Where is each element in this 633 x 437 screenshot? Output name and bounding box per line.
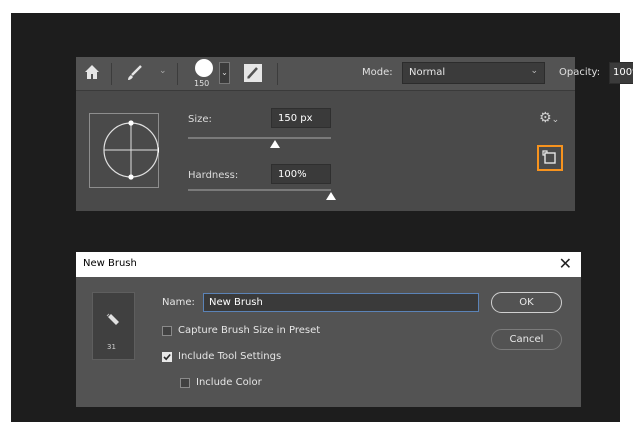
dialog-title-bar: New Brush ✕ <box>76 252 581 277</box>
size-slider-thumb[interactable] <box>270 140 280 148</box>
cancel-button[interactable]: Cancel <box>491 329 562 350</box>
close-icon[interactable]: ✕ <box>559 254 572 274</box>
brush-tool-icon[interactable] <box>126 64 146 86</box>
include-tool-settings-label: Include Tool Settings <box>178 351 282 362</box>
hardness-input[interactable]: 100% <box>271 164 331 184</box>
include-color-checkbox[interactable] <box>180 378 190 388</box>
include-color-label: Include Color <box>196 377 262 388</box>
chevron-down-icon: ⌄ <box>530 66 538 76</box>
size-label: Size: <box>188 114 212 125</box>
new-preset-button[interactable] <box>537 145 563 171</box>
brush-angle-preview[interactable] <box>89 113 159 188</box>
include-tool-settings-checkbox[interactable] <box>162 352 172 362</box>
separator <box>177 63 178 85</box>
hardness-slider-thumb[interactable] <box>326 192 336 200</box>
name-label: Name: <box>162 297 195 308</box>
dialog-title: New Brush <box>83 258 137 269</box>
brush-thumbnail: 31 <box>92 292 135 360</box>
opacity-field[interactable]: 100% <box>609 62 633 84</box>
mode-label: Mode: <box>362 67 393 78</box>
brush-settings-panel-icon[interactable] <box>243 63 263 87</box>
brush-preset-dropdown[interactable]: ⌄ <box>219 62 230 84</box>
hardness-label: Hardness: <box>188 170 239 181</box>
size-slider-track[interactable] <box>188 137 331 139</box>
mode-value: Normal <box>409 67 446 78</box>
capture-size-label: Capture Brush Size in Preset <box>178 325 321 336</box>
size-input[interactable]: 150 px <box>271 108 331 128</box>
opacity-label: Opacity: <box>559 67 601 78</box>
home-icon[interactable] <box>83 63 101 85</box>
brush-thumbnail-size: 31 <box>107 343 116 351</box>
brush-tip-icon <box>106 313 119 325</box>
chevron-down-icon[interactable]: ⌄ <box>159 66 167 76</box>
new-preset-icon <box>542 150 556 164</box>
options-bar: ⌄ 150 ⌄ Mode: Normal ⌄ Opacity: 100% <box>76 57 633 90</box>
gear-icon[interactable]: ⚙⌄ <box>539 110 559 126</box>
separator <box>277 63 278 85</box>
brush-name-input[interactable]: New Brush <box>203 293 479 312</box>
brush-preset-panel: Size: 150 px Hardness: 100% ⚙⌄ <box>76 90 575 211</box>
separator <box>111 63 112 85</box>
ok-button[interactable]: OK <box>491 292 562 313</box>
mode-select[interactable]: Normal ⌄ <box>402 62 545 84</box>
brush-size-readout: 150 <box>194 79 210 88</box>
capture-size-checkbox[interactable] <box>162 326 172 336</box>
new-brush-dialog: New Brush ✕ 31 Name: New Brush Capture B… <box>76 252 581 407</box>
hardness-slider-track[interactable] <box>188 189 331 191</box>
